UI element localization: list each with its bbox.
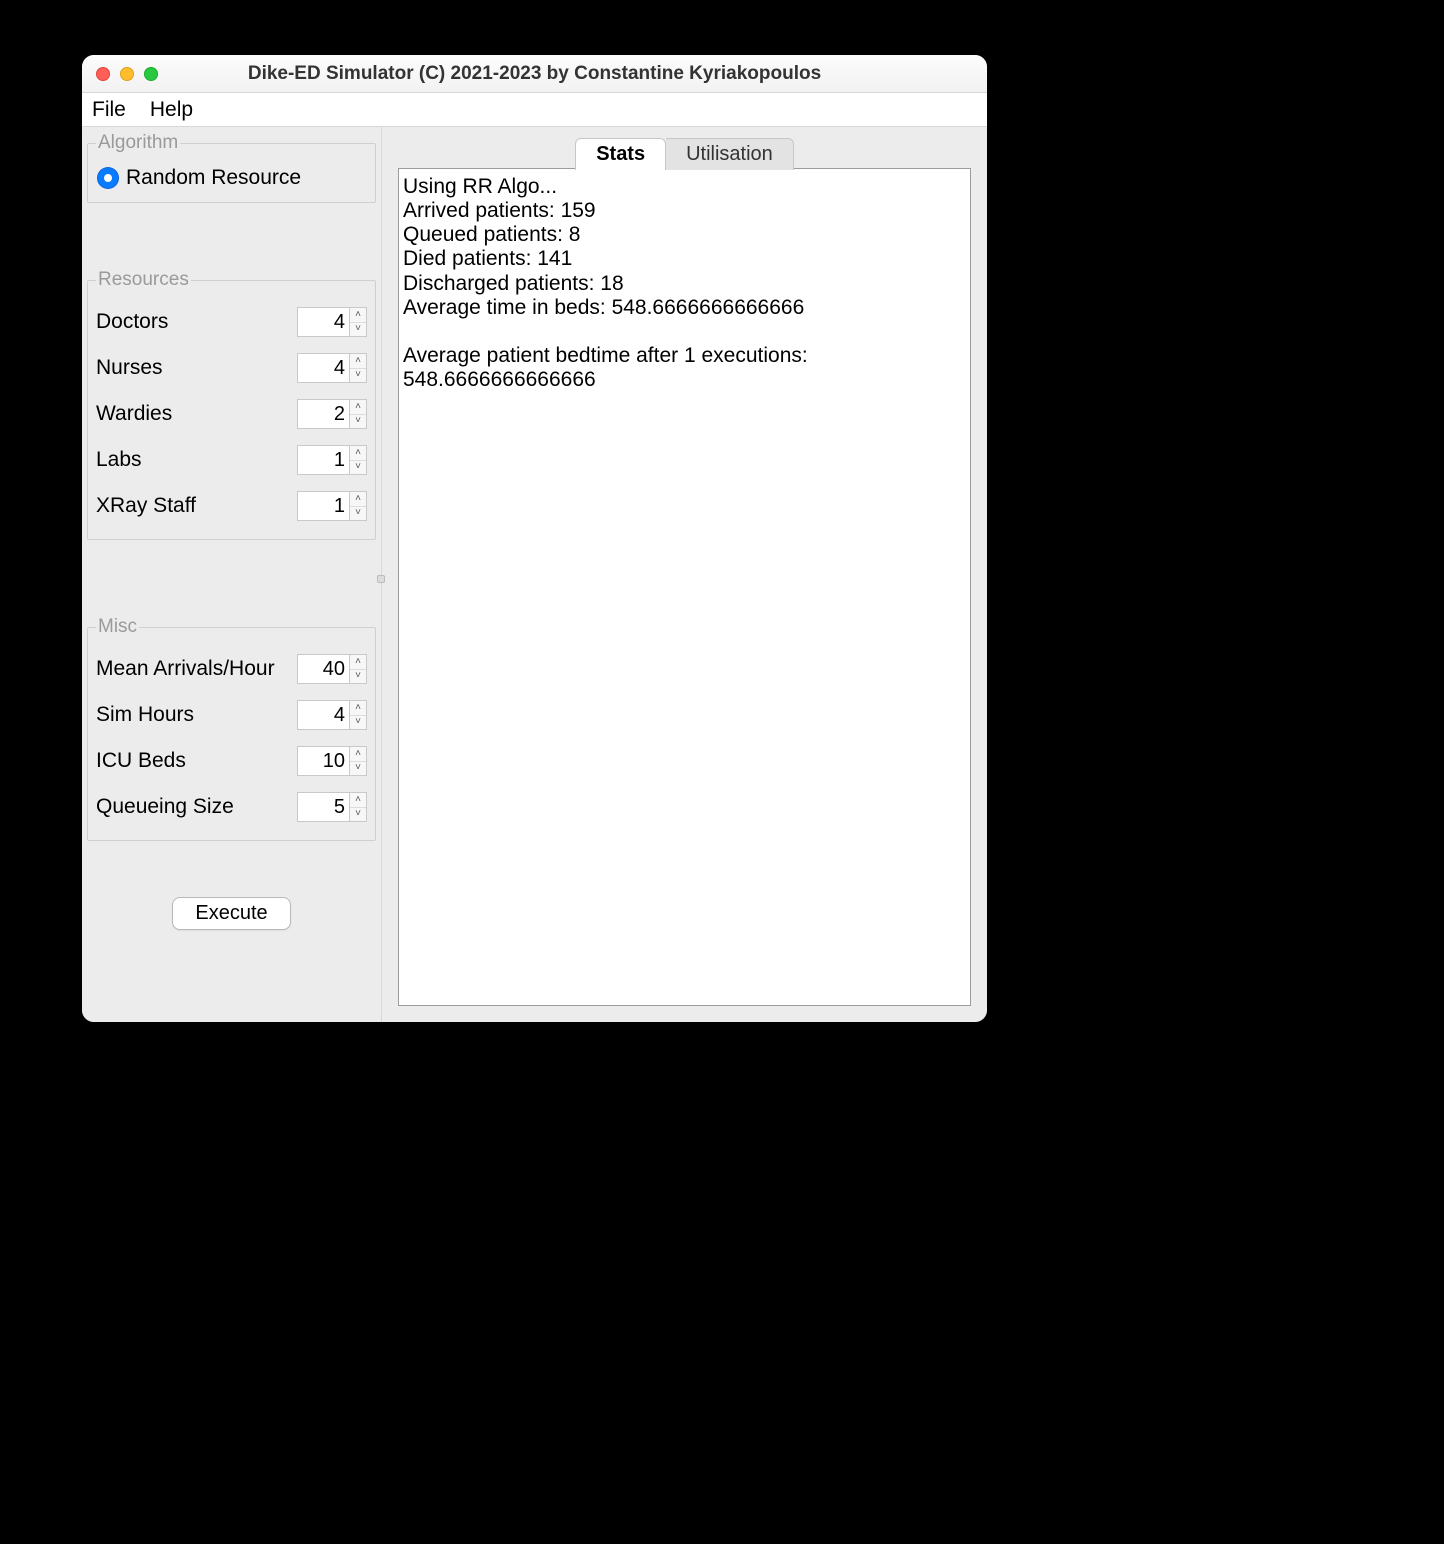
stats-output[interactable]: Using RR Algo... Arrived patients: 159 Q…	[398, 168, 971, 1006]
sim-hours-label: Sim Hours	[96, 703, 194, 727]
chevron-up-icon[interactable]: ˄	[350, 655, 366, 670]
spacer	[87, 209, 376, 269]
chevron-down-icon[interactable]: ˅	[350, 369, 366, 383]
doctors-stepper[interactable]: ˄ ˅	[297, 307, 367, 337]
chevron-up-icon[interactable]: ˄	[350, 492, 366, 507]
menu-file[interactable]: File	[92, 98, 126, 122]
stepper-buttons[interactable]: ˄ ˅	[349, 353, 367, 383]
close-icon[interactable]	[96, 67, 110, 81]
stepper-buttons[interactable]: ˄ ˅	[349, 399, 367, 429]
resource-labs-row: Labs ˄ ˅	[94, 437, 369, 483]
radio-selected-icon	[98, 168, 118, 188]
icu-beds-stepper[interactable]: ˄ ˅	[297, 746, 367, 776]
mean-arrivals-row: Mean Arrivals/Hour ˄ ˅	[94, 646, 369, 692]
stepper-buttons[interactable]: ˄ ˅	[349, 654, 367, 684]
labs-input[interactable]	[297, 445, 349, 475]
chevron-down-icon[interactable]: ˅	[350, 415, 366, 429]
sim-hours-row: Sim Hours ˄ ˅	[94, 692, 369, 738]
chevron-down-icon[interactable]: ˅	[350, 461, 366, 475]
splitter-handle-icon[interactable]	[377, 575, 385, 583]
chevron-down-icon[interactable]: ˅	[350, 762, 366, 776]
algorithm-random-resource-option[interactable]: Random Resource	[94, 162, 369, 192]
nurses-stepper[interactable]: ˄ ˅	[297, 353, 367, 383]
wardies-input[interactable]	[297, 399, 349, 429]
stepper-buttons[interactable]: ˄ ˅	[349, 700, 367, 730]
nurses-label: Nurses	[96, 356, 163, 380]
titlebar: Dike-ED Simulator (C) 2021-2023 by Const…	[82, 55, 987, 93]
stepper-buttons[interactable]: ˄ ˅	[349, 792, 367, 822]
chevron-down-icon[interactable]: ˅	[350, 808, 366, 822]
sim-hours-input[interactable]	[297, 700, 349, 730]
resources-legend: Resources	[96, 269, 191, 291]
menu-help[interactable]: Help	[150, 98, 193, 122]
chevron-down-icon[interactable]: ˅	[350, 716, 366, 730]
tab-stats[interactable]: Stats	[575, 138, 666, 170]
mean-arrivals-input[interactable]	[297, 654, 349, 684]
misc-legend: Misc	[96, 616, 139, 638]
chevron-up-icon[interactable]: ˄	[350, 400, 366, 415]
mean-arrivals-label: Mean Arrivals/Hour	[96, 657, 275, 681]
minimize-icon[interactable]	[120, 67, 134, 81]
zoom-icon[interactable]	[144, 67, 158, 81]
queueing-size-input[interactable]	[297, 792, 349, 822]
algorithm-group: Algorithm Random Resource	[87, 132, 376, 203]
stepper-buttons[interactable]: ˄ ˅	[349, 491, 367, 521]
resource-wardies-row: Wardies ˄ ˅	[94, 391, 369, 437]
tab-utilisation[interactable]: Utilisation	[666, 138, 794, 170]
nurses-input[interactable]	[297, 353, 349, 383]
chevron-up-icon[interactable]: ˄	[350, 793, 366, 808]
app-window: Dike-ED Simulator (C) 2021-2023 by Const…	[82, 55, 987, 1022]
misc-group: Misc Mean Arrivals/Hour ˄ ˅ Sim Hours	[87, 616, 376, 841]
xray-input[interactable]	[297, 491, 349, 521]
chevron-down-icon[interactable]: ˅	[350, 670, 366, 684]
resources-group: Resources Doctors ˄ ˅ Nurses	[87, 269, 376, 540]
chevron-up-icon[interactable]: ˄	[350, 747, 366, 762]
resource-doctors-row: Doctors ˄ ˅	[94, 299, 369, 345]
chevron-up-icon[interactable]: ˄	[350, 701, 366, 716]
icu-beds-row: ICU Beds ˄ ˅	[94, 738, 369, 784]
right-pane: Stats Utilisation Using RR Algo... Arriv…	[382, 127, 987, 1022]
chevron-up-icon[interactable]: ˄	[350, 446, 366, 461]
stepper-buttons[interactable]: ˄ ˅	[349, 307, 367, 337]
doctors-label: Doctors	[96, 310, 168, 334]
chevron-up-icon[interactable]: ˄	[350, 308, 366, 323]
xray-label: XRay Staff	[96, 494, 196, 518]
sim-hours-stepper[interactable]: ˄ ˅	[297, 700, 367, 730]
stepper-buttons[interactable]: ˄ ˅	[349, 445, 367, 475]
wardies-stepper[interactable]: ˄ ˅	[297, 399, 367, 429]
chevron-down-icon[interactable]: ˅	[350, 323, 366, 337]
stepper-buttons[interactable]: ˄ ˅	[349, 746, 367, 776]
wardies-label: Wardies	[96, 402, 172, 426]
resource-nurses-row: Nurses ˄ ˅	[94, 345, 369, 391]
tabs: Stats Utilisation	[398, 127, 971, 169]
chevron-up-icon[interactable]: ˄	[350, 354, 366, 369]
queueing-size-row: Queueing Size ˄ ˅	[94, 784, 369, 830]
xray-stepper[interactable]: ˄ ˅	[297, 491, 367, 521]
window-title: Dike-ED Simulator (C) 2021-2023 by Const…	[82, 63, 987, 85]
icu-beds-input[interactable]	[297, 746, 349, 776]
menubar: File Help	[82, 93, 987, 127]
content-area: Algorithm Random Resource Resources Doct…	[82, 127, 987, 1022]
algorithm-legend: Algorithm	[96, 132, 180, 154]
traffic-lights	[82, 67, 158, 81]
spacer	[87, 546, 376, 616]
left-pane: Algorithm Random Resource Resources Doct…	[82, 127, 382, 1022]
algorithm-option-label: Random Resource	[126, 166, 301, 190]
queueing-size-stepper[interactable]: ˄ ˅	[297, 792, 367, 822]
mean-arrivals-stepper[interactable]: ˄ ˅	[297, 654, 367, 684]
chevron-down-icon[interactable]: ˅	[350, 507, 366, 521]
resource-xray-row: XRay Staff ˄ ˅	[94, 483, 369, 529]
execute-wrap: Execute	[87, 897, 376, 930]
labs-label: Labs	[96, 448, 142, 472]
queueing-size-label: Queueing Size	[96, 795, 234, 819]
execute-button[interactable]: Execute	[172, 897, 290, 930]
doctors-input[interactable]	[297, 307, 349, 337]
icu-beds-label: ICU Beds	[96, 749, 186, 773]
labs-stepper[interactable]: ˄ ˅	[297, 445, 367, 475]
